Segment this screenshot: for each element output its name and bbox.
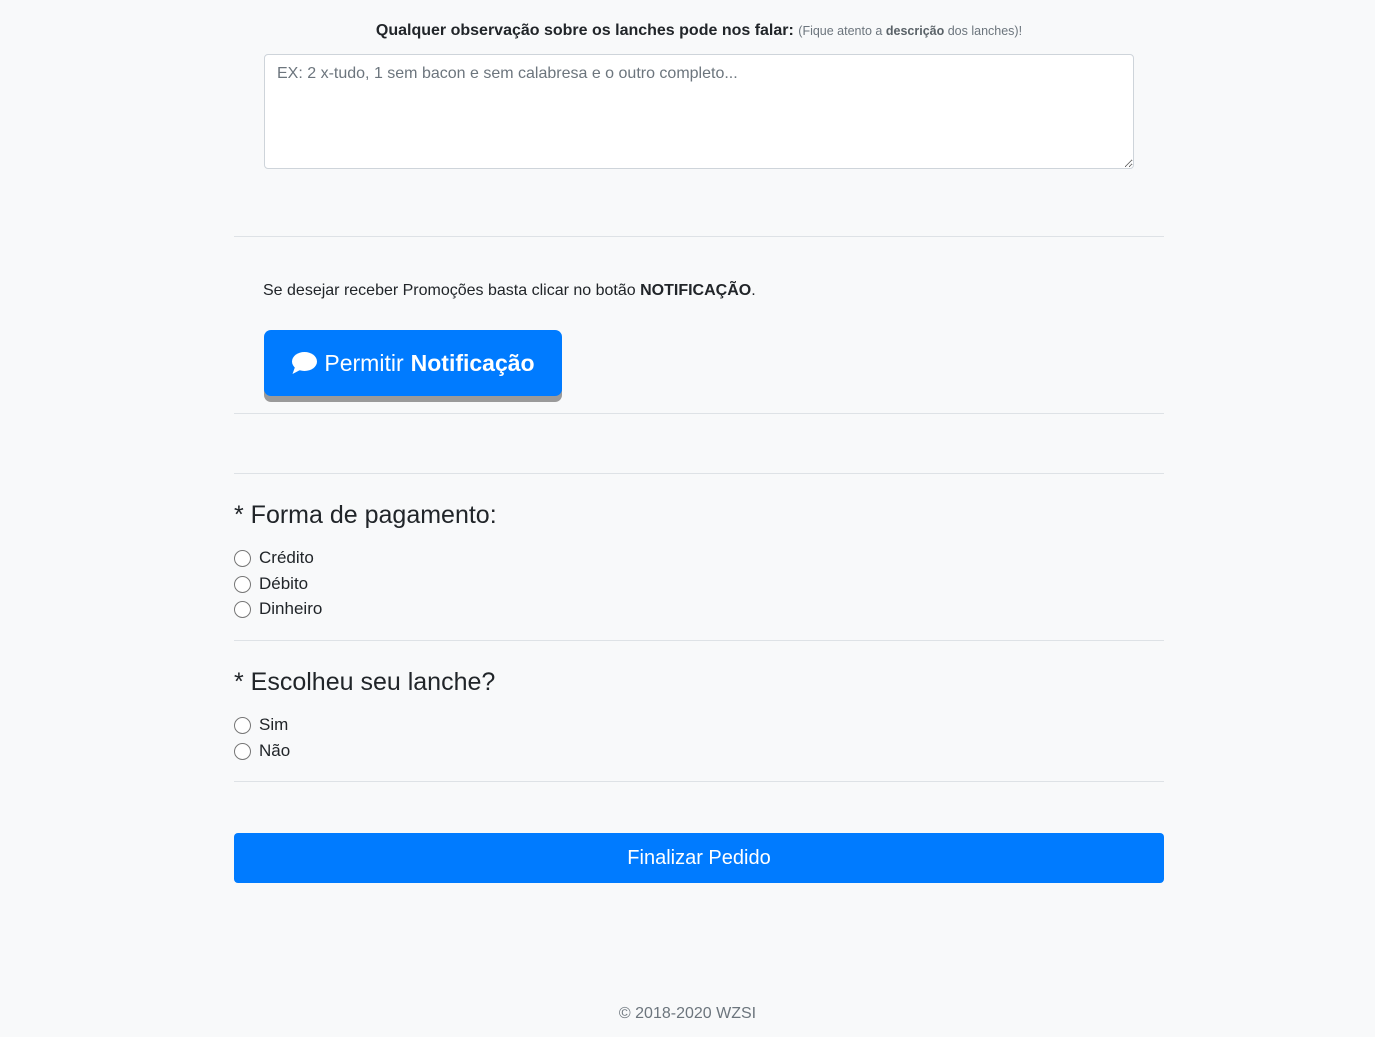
observation-label: Qualquer observação sobre os lanches pod… [264,22,1134,40]
radio-button[interactable] [234,549,251,567]
payment-option-label: Débito [259,574,309,593]
order-form-page: Qualquer observação sobre os lanches pod… [0,0,1375,1037]
footer-copyright: © 2018-2020 WZSI [618,1005,757,1022]
notification-text-bold: NOTIFICAÇÃO [640,282,752,299]
payment-option-label: Dinheiro [259,599,323,618]
payment-option-debito[interactable]: Débito [234,574,308,594]
observation-textarea[interactable] [264,54,1134,169]
payment-option-label: Crédito [259,548,314,567]
lanche-option-label: Sim [259,715,289,734]
payment-option-credito[interactable]: Crédito [234,548,314,568]
divider [234,781,1164,782]
lanche-option-nao[interactable]: Não [234,741,290,761]
lanche-option-label: Não [259,741,291,760]
divider [234,236,1164,237]
notification-button-label-bold: Notificação [410,349,535,376]
notification-text: Se desejar receber Promoções basta clica… [263,282,756,299]
observation-label-text: Qualquer observação sobre os lanches pod… [375,22,794,39]
lanche-title: * Escolheu seu lanche? [234,668,496,696]
divider [234,473,1164,474]
allow-notification-button[interactable]: Permitir Notificação [264,330,562,396]
comment-icon [291,351,318,375]
radio-button[interactable] [234,716,251,734]
finalize-order-button[interactable]: Finalizar Pedido [234,833,1164,883]
payment-option-dinheiro[interactable]: Dinheiro [234,599,322,619]
radio-button[interactable] [234,600,251,618]
radio-button[interactable] [234,742,251,760]
notification-button-label: Permitir [324,349,404,376]
radio-button[interactable] [234,575,251,593]
observation-hint: (Fique atento a descrição dos lanches)! [798,24,1023,38]
payment-title: * Forma de pagamento: [234,501,497,529]
lanche-option-sim[interactable]: Sim [234,715,288,735]
observation-hint-bold: descrição [885,24,945,38]
divider [234,640,1164,641]
divider [234,413,1164,414]
